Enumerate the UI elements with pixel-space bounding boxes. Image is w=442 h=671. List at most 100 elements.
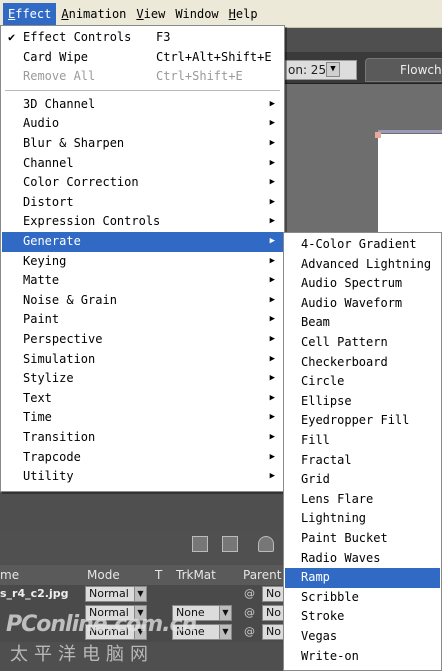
menu-item-lightning[interactable]: Lightning	[285, 509, 440, 529]
menu-item-advanced-lightning[interactable]: Advanced Lightning	[285, 255, 440, 275]
composition-edge	[378, 130, 442, 133]
menu-item-eyedropper-fill[interactable]: Eyedropper Fill	[285, 411, 440, 431]
menu-item-paint-bucket[interactable]: Paint Bucket	[285, 529, 440, 549]
layers-icon[interactable]	[222, 536, 238, 552]
menu-item-circle[interactable]: Circle	[285, 372, 440, 392]
close-icon[interactable]: ×	[345, 61, 356, 76]
menu-item-label: Paint	[23, 312, 60, 327]
menu-item-audio-waveform[interactable]: Audio Waveform	[285, 294, 440, 314]
menu-item-label: Checkerboard	[301, 354, 388, 369]
menu-item-card-wipe[interactable]: Card Wipe Ctrl+Alt+Shift+E	[2, 48, 283, 68]
menu-item-label: Utility	[23, 469, 74, 484]
menu-item-lens-flare[interactable]: Lens Flare	[285, 490, 440, 510]
submenu-arrow-icon: ▶	[269, 471, 275, 482]
pickwhip-icon[interactable]: @	[244, 625, 255, 638]
menu-item-text[interactable]: Text ▶	[2, 389, 283, 409]
menu-item-ellipse[interactable]: Ellipse	[285, 392, 440, 412]
watermark-logo: PConline.com.cn	[6, 612, 197, 637]
menu-item-label: Audio Spectrum	[301, 276, 403, 291]
menu-item-label: Keying	[23, 253, 67, 268]
layer-name[interactable]: s_r4_c2.jpg	[0, 587, 69, 600]
menu-item-label: Simulation	[23, 351, 96, 366]
menu-item-paint[interactable]: Paint ▶	[2, 310, 283, 330]
menu-item-stylize[interactable]: Stylize ▶	[2, 369, 283, 389]
menu-item-label: Ellipse	[301, 393, 352, 408]
menu-animation[interactable]: Animation	[56, 3, 131, 25]
menu-item-utility[interactable]: Utility ▶	[2, 467, 283, 487]
menu-window[interactable]: Window	[170, 3, 223, 25]
menu-item-scribble[interactable]: Scribble	[285, 588, 440, 608]
submenu-arrow-icon: ▶	[269, 373, 275, 384]
menu-item-label: Radio Waves	[301, 550, 381, 565]
menu-item-generate[interactable]: Generate ▶	[2, 232, 283, 252]
col-parent: Parent	[243, 568, 282, 582]
menu-item-channel[interactable]: Channel ▶	[2, 154, 283, 174]
zoom-dropdown-icon[interactable]: ▼	[326, 62, 340, 77]
menu-item-label: Channel	[23, 155, 74, 170]
col-mode: Mode	[87, 568, 120, 582]
menu-item-color-correction[interactable]: Color Correction ▶	[2, 173, 283, 193]
submenu-arrow-icon: ▶	[269, 118, 275, 129]
menu-item-label: Generate	[23, 234, 81, 248]
menu-item-perspective[interactable]: Perspective ▶	[2, 330, 283, 350]
table-row[interactable]: s_r4_c2.jpg Normal ▼ @ No	[0, 585, 302, 604]
menu-item-beam[interactable]: Beam	[285, 313, 440, 333]
menu-item-effect-controls[interactable]: ✔ Effect Controls F3	[2, 28, 283, 48]
menu-item-label: Card Wipe	[23, 49, 89, 64]
mode-select[interactable]: Normal ▼	[85, 586, 147, 602]
menu-item-distort[interactable]: Distort ▶	[2, 193, 283, 213]
menu-item-label: Scribble	[301, 589, 359, 604]
menu-item-cell-pattern[interactable]: Cell Pattern	[285, 333, 440, 353]
menu-item-audio[interactable]: Audio ▶	[2, 114, 283, 134]
pickwhip-icon[interactable]: @	[244, 606, 255, 619]
graph-icon[interactable]	[258, 536, 274, 552]
menu-item-label: 4-Color Gradient	[301, 237, 417, 251]
menu-item-keying[interactable]: Keying ▶	[2, 252, 283, 272]
menu-item-trapcode[interactable]: Trapcode ▶	[2, 448, 283, 468]
menu-item-label: Blur & Sharpen	[23, 136, 125, 150]
menu-item-fill[interactable]: Fill	[285, 431, 440, 451]
submenu-arrow-icon: ▶	[269, 98, 275, 109]
tab-flowchart[interactable]: Flowcha	[365, 58, 442, 82]
menu-item-label: Perspective	[23, 332, 103, 346]
timeline-toolbar	[0, 530, 300, 564]
submenu-arrow-icon: ▶	[269, 275, 275, 286]
menu-item-label: Beam	[301, 315, 330, 330]
menu-item-3d-channel[interactable]: 3D Channel ▶	[2, 95, 283, 115]
menu-item-fractal[interactable]: Fractal	[285, 451, 440, 471]
menu-item-label: Distort	[23, 194, 74, 209]
shortcut-label: F3	[156, 30, 171, 44]
menu-item-label: Trapcode	[23, 449, 81, 464]
pickwhip-icon[interactable]: @	[244, 587, 255, 600]
shortcut-label: Ctrl+Shift+E	[156, 69, 243, 84]
col-t: T	[155, 568, 163, 582]
menu-item-expression-controls[interactable]: Expression Controls ▶	[2, 212, 283, 232]
menu-item-ramp[interactable]: Ramp	[285, 568, 440, 588]
menu-item-label: Lens Flare	[301, 491, 374, 506]
composition-icon[interactable]	[192, 536, 208, 552]
menu-item-stroke[interactable]: Stroke	[285, 607, 440, 627]
menu-effect[interactable]: Effect	[3, 2, 57, 25]
menu-help[interactable]: Help	[224, 3, 263, 25]
menu-item-remove-all: Remove All Ctrl+Shift+E	[2, 67, 283, 87]
menu-view[interactable]: View	[131, 3, 170, 25]
menu-item-time[interactable]: Time ▶	[2, 408, 283, 428]
menu-item-4-color-gradient[interactable]: 4-Color Gradient	[285, 235, 440, 255]
menu-item-matte[interactable]: Matte ▶	[2, 271, 283, 291]
menu-item-transition[interactable]: Transition ▶	[2, 428, 283, 448]
menu-item-radio-waves[interactable]: Radio Waves	[285, 549, 440, 569]
menu-item-label: Audio Waveform	[301, 295, 403, 310]
menu-item-blur-sharpen[interactable]: Blur & Sharpen ▶	[2, 134, 283, 154]
menu-item-vegas[interactable]: Vegas	[285, 627, 440, 647]
menu-item-checkerboard[interactable]: Checkerboard	[285, 353, 440, 373]
menu-item-label: Paint Bucket	[301, 531, 388, 545]
check-icon: ✔	[8, 30, 16, 44]
menu-item-audio-spectrum[interactable]: Audio Spectrum	[285, 274, 440, 294]
composition-canvas[interactable]	[378, 134, 442, 244]
menu-item-simulation[interactable]: Simulation ▶	[2, 350, 283, 370]
menu-item-noise-grain[interactable]: Noise & Grain ▶	[2, 291, 283, 311]
menu-item-write-on[interactable]: Write-on	[285, 647, 440, 667]
submenu-arrow-icon: ▶	[269, 177, 275, 188]
menu-item-grid[interactable]: Grid	[285, 470, 440, 490]
layer-handle[interactable]	[375, 132, 381, 138]
